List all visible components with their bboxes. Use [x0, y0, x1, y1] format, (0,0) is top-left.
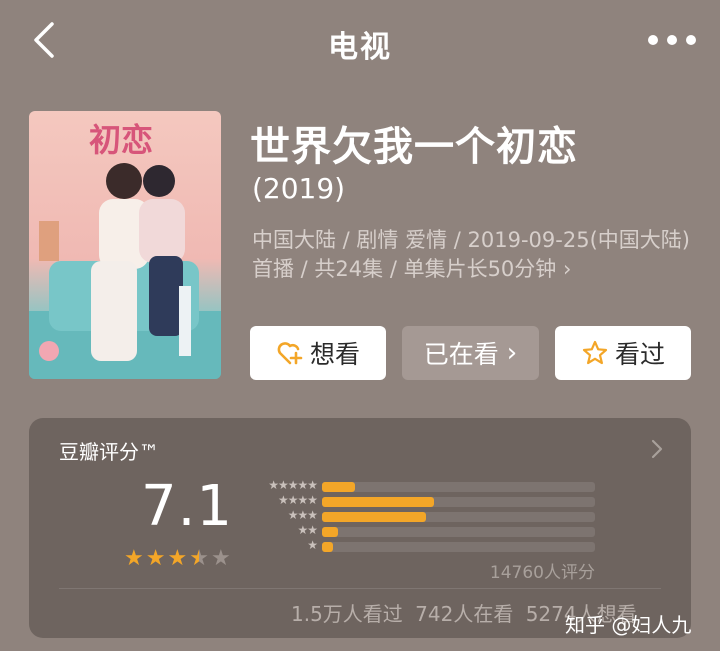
rating-star: ★	[189, 546, 209, 571]
rating-star: ★	[210, 546, 231, 571]
poster-image[interactable]: 初恋	[29, 111, 221, 379]
watermark: 知乎 @妇人九	[565, 613, 692, 637]
distribution-stars: ★★★★★	[268, 478, 318, 492]
watched-label: 看过	[614, 340, 665, 369]
watching-button[interactable]: 已在看 ›	[402, 326, 539, 380]
want-button[interactable]: 想看	[250, 326, 386, 380]
poster-title: 初恋	[89, 121, 154, 159]
distribution-row: ★★★★★	[247, 478, 607, 494]
rating-stars: ★ ★ ★ ★ ★	[124, 548, 231, 570]
watching-arrow: ›	[506, 338, 518, 368]
top-bar: 电视	[0, 0, 720, 84]
star-icon	[582, 340, 608, 365]
chevron-right-icon[interactable]	[649, 438, 665, 460]
rating-star: ★	[124, 546, 144, 571]
show-title: 世界欠我一个初恋	[250, 124, 578, 170]
distribution-bar	[322, 497, 434, 507]
heart-plus-icon	[277, 342, 303, 365]
distribution-stars: ★★	[297, 523, 317, 537]
rating-count: 14760人评分	[489, 563, 595, 583]
info-text: 中国大陆 / 剧情 爱情 / 2019-09-25(中国大陆)首播 / 共24集…	[252, 228, 690, 281]
rating-title: 豆瓣评分™	[59, 440, 159, 464]
rating-card[interactable]: 豆瓣评分™ 7.1 ★ ★ ★ ★ ★ ★★★★★ ★★★★ ★★★ ★★ ★ 14760人评分…	[29, 418, 691, 638]
divider	[59, 588, 661, 589]
show-year: (2019)	[252, 172, 346, 205]
distribution-row: ★	[247, 538, 607, 554]
distribution-bar	[322, 527, 339, 537]
rating-star: ★	[167, 546, 188, 571]
distribution-bar	[322, 482, 355, 492]
distribution-track	[322, 527, 595, 537]
distribution-row: ★★★	[247, 508, 607, 524]
info-arrow: ›	[562, 257, 572, 281]
distribution-row: ★★★★	[247, 493, 607, 509]
rating-score: 7.1	[141, 474, 234, 539]
distribution-track	[322, 542, 595, 552]
watched-button[interactable]: 看过	[555, 326, 691, 380]
distribution-track	[322, 512, 595, 522]
page-title: 电视	[328, 30, 392, 65]
show-info[interactable]: 中国大陆 / 剧情 爱情 / 2019-09-25(中国大陆)首播 / 共24集…	[252, 226, 692, 284]
rating-star: ★	[145, 546, 166, 571]
distribution-track	[322, 482, 595, 492]
distribution-stars: ★★★	[287, 508, 318, 522]
distribution-stars: ★	[307, 538, 318, 552]
distribution-stars: ★★★★	[277, 493, 318, 507]
watching-label: 已在看	[423, 340, 499, 369]
distribution-bar	[322, 542, 333, 552]
want-label: 想看	[309, 340, 360, 369]
distribution-track	[322, 497, 595, 507]
more-icon[interactable]	[648, 30, 698, 50]
distribution-row: ★★	[247, 523, 607, 539]
distribution-bar	[322, 512, 426, 522]
